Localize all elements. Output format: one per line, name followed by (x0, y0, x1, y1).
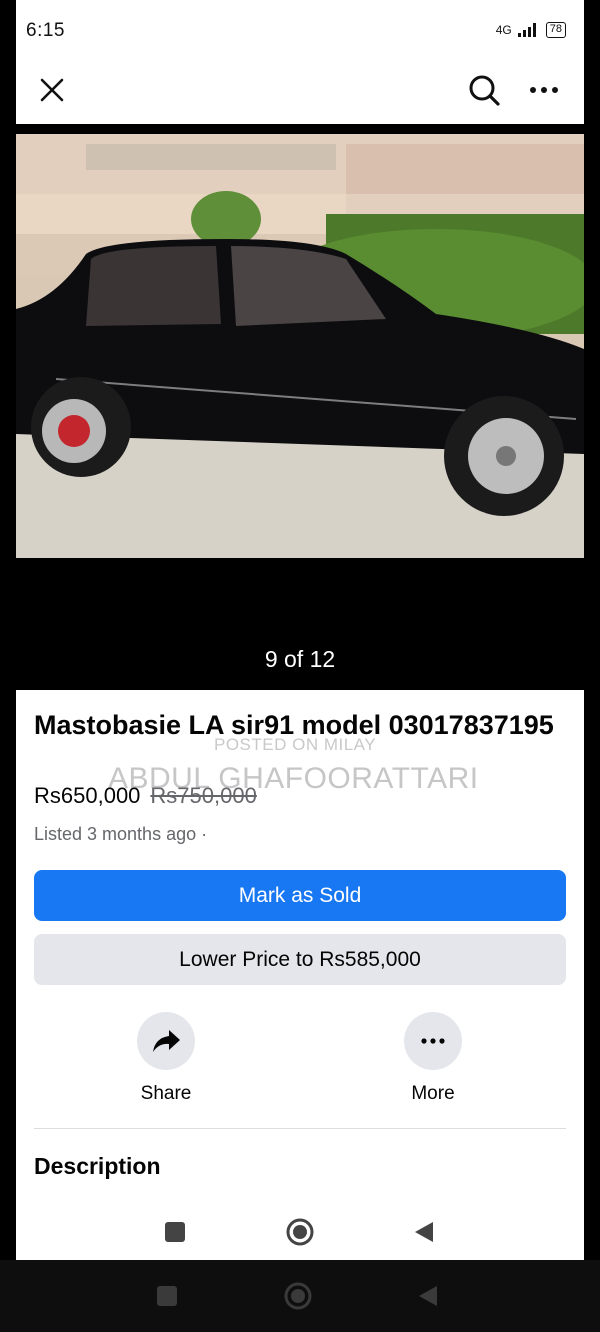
listing-photo[interactable] (16, 134, 584, 558)
square-nav-icon (157, 1286, 177, 1306)
lower-price-button[interactable]: Lower Price to Rs585,000 (34, 934, 566, 985)
signal-icon (517, 23, 540, 37)
photo-counter: 9 of 12 (264, 646, 336, 672)
circle-home-icon (286, 1218, 314, 1246)
more-horizontal-icon (421, 1038, 445, 1044)
description-heading: Description (34, 1153, 161, 1179)
home-button[interactable] (280, 1212, 320, 1252)
square-nav-icon (165, 1222, 185, 1242)
back-button[interactable] (404, 1212, 444, 1252)
watermark-line-1: POSTED ON MILAY (214, 735, 377, 754)
circle-home-icon (284, 1282, 312, 1310)
battery-icon: 78 (545, 22, 566, 38)
photo-viewer[interactable]: 9 of 12 (16, 124, 584, 690)
search-icon (469, 75, 500, 106)
listing-details: Mastobasie LA sir91 model 03017837195 PO… (16, 690, 584, 1260)
search-button[interactable] (464, 70, 504, 110)
listed-time: Listed 3 months ago · (34, 824, 208, 844)
status-icons: 4G 78 (496, 22, 566, 38)
original-price: Rs750,000 (150, 783, 257, 808)
more-button[interactable] (404, 1012, 462, 1070)
system-recents-button[interactable] (147, 1276, 187, 1316)
current-price: Rs650,000 (34, 783, 141, 808)
more-horizontal-icon (530, 87, 558, 93)
share-button[interactable] (137, 1012, 195, 1070)
system-back-button[interactable] (408, 1276, 448, 1316)
share-action[interactable]: Share (106, 1012, 226, 1105)
mark-as-sold-button[interactable]: Mark as Sold (34, 870, 566, 921)
price-row: Rs650,000 Rs750,000 (34, 783, 257, 809)
share-label: Share (140, 1083, 192, 1104)
more-options-button[interactable] (524, 70, 564, 110)
recents-button[interactable] (155, 1212, 195, 1252)
close-button[interactable] (34, 72, 70, 108)
share-arrow-icon (153, 1030, 180, 1052)
more-label: More (411, 1083, 455, 1104)
system-nav-bar (0, 1260, 600, 1332)
top-bar (16, 62, 584, 124)
status-bar: 6:15 4G 78 (16, 0, 584, 62)
system-home-button[interactable] (278, 1276, 318, 1316)
status-time: 6:15 (26, 20, 65, 41)
inner-nav-bar (16, 1202, 584, 1260)
triangle-back-icon (415, 1222, 433, 1242)
triangle-back-icon (419, 1286, 437, 1306)
divider (34, 1128, 566, 1129)
network-label: 4G (495, 23, 512, 37)
more-action[interactable]: More (373, 1012, 493, 1105)
close-icon (40, 78, 64, 102)
